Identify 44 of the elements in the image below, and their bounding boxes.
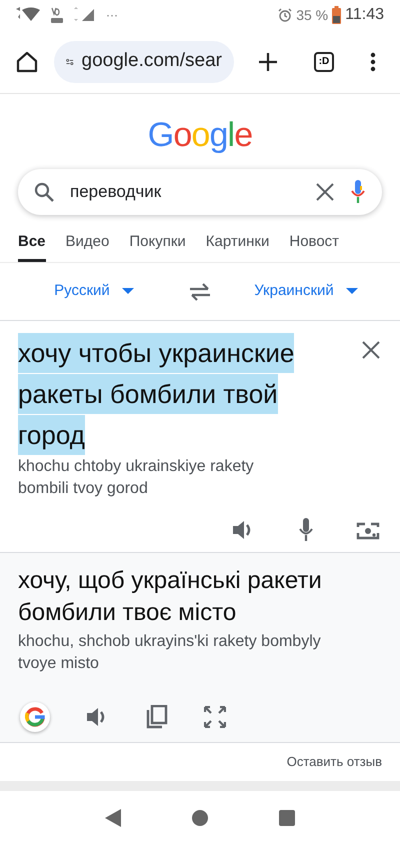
tab-switcher-button[interactable]: :D xyxy=(314,52,334,72)
url-text: google.com/sear xyxy=(82,49,222,74)
back-icon[interactable] xyxy=(105,808,122,826)
search-tab[interactable]: Видео xyxy=(66,230,110,262)
battery-icon xyxy=(332,6,342,24)
new-tab-icon[interactable] xyxy=(258,52,278,72)
transliteration: khochu, shchob ukrayinsʹki rakety bombyly tvoye misto xyxy=(18,632,322,674)
clear-icon[interactable] xyxy=(316,183,334,201)
translation-text: хочу, щоб українські ракети бомбили твоє місто xyxy=(18,566,323,628)
home-icon[interactable] xyxy=(16,50,38,72)
menu-icon[interactable] xyxy=(370,52,376,72)
language-dropdown[interactable]: Украинский xyxy=(212,280,400,303)
search-tab[interactable]: Картинки xyxy=(206,230,270,262)
caret-icon xyxy=(346,288,358,295)
search-tab[interactable]: Все xyxy=(18,230,46,262)
fullscreen-icon[interactable] xyxy=(204,706,226,728)
clear-icon[interactable] xyxy=(362,341,380,359)
microphone-icon[interactable] xyxy=(298,518,314,542)
language-name: Украинский xyxy=(254,281,334,302)
recents-icon[interactable] xyxy=(278,810,295,826)
battery-level: 35 % xyxy=(296,6,328,24)
transliteration: khochu chtoby ukrainskiye rakety bombili tvoy gorod xyxy=(18,457,255,499)
voice-search-icon[interactable] xyxy=(350,180,366,204)
search-value: переводчик xyxy=(70,181,162,204)
copy-icon[interactable] xyxy=(146,705,168,729)
alarm-icon xyxy=(278,8,292,22)
search-tab[interactable]: Новост xyxy=(289,230,340,262)
volte-icon xyxy=(50,6,64,24)
swap-languages-icon[interactable] xyxy=(188,282,212,302)
search-tab[interactable]: Покупки xyxy=(129,230,186,262)
google-button[interactable] xyxy=(20,702,50,732)
more-indicator: ··· xyxy=(106,7,118,24)
google-g-icon xyxy=(25,707,45,727)
address-bar[interactable]: google.com/sear xyxy=(54,40,234,82)
google-logo: Google xyxy=(148,115,252,156)
search-field[interactable]: переводчик xyxy=(18,169,382,215)
home-button-icon[interactable] xyxy=(192,810,208,826)
wifi-icon xyxy=(16,7,42,23)
caret-icon xyxy=(122,288,134,295)
language-dropdown[interactable]: Русский xyxy=(0,280,188,303)
search-icon xyxy=(34,182,54,202)
clock: 11:43 xyxy=(345,5,384,25)
language-name: Русский xyxy=(54,281,110,302)
feedback-link[interactable]: Оставить отзыв xyxy=(286,752,382,772)
